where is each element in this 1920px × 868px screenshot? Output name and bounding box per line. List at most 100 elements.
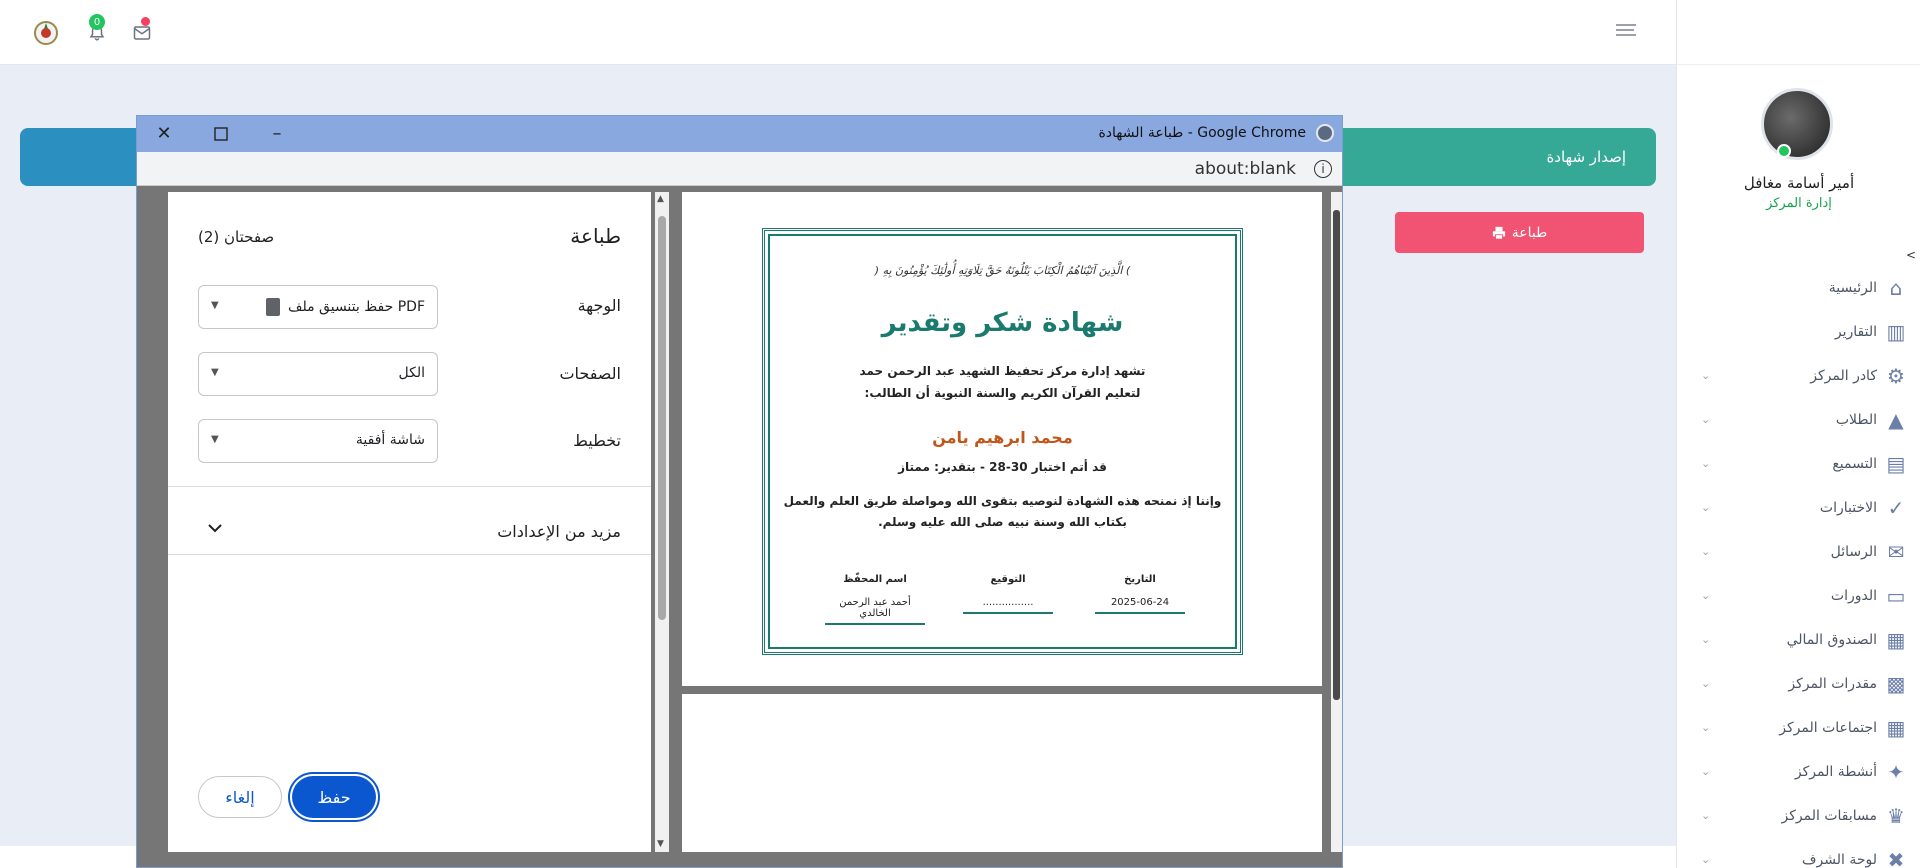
cancel-button[interactable]: إلغاء xyxy=(198,776,282,818)
chalkboard-icon: ▭ xyxy=(1886,584,1906,608)
user-role: إدارة المركز xyxy=(1766,196,1832,211)
sidebar-collapse-icon[interactable]: < xyxy=(1906,248,1916,262)
certificate-wish-1: وإننا إذ نمنحه هذه الشهادة لنوصيه بتقوى … xyxy=(783,494,1222,508)
sidebar-item[interactable]: ⌂ الرئيسية xyxy=(1677,266,1920,310)
destination-select[interactable]: حفظ بتنسيق ملف PDF ▼ xyxy=(198,285,438,329)
certificate-inner-border: ) الَّذِينَ آتَيْنَاهُمُ الْكِتَابَ يَتْ… xyxy=(768,234,1237,649)
sidebar-nav: ⌂ الرئيسية ▥ التقارير ⚙ كادر المركز ⌄ ▲ الطلاب ⌄ ▤… xyxy=(1677,266,1920,868)
sidebar-item[interactable]: ▦ اجتماعات المركز ⌄ xyxy=(1677,706,1920,750)
print-title: طباعة xyxy=(570,224,621,248)
sidebar-item[interactable]: ✦ أنشطة المركز ⌄ xyxy=(1677,750,1920,794)
layout-label: تخطيط xyxy=(573,431,621,450)
chevron-down-icon[interactable] xyxy=(208,518,222,537)
sidebar-item[interactable]: ▦ الصندوق المالي ⌄ xyxy=(1677,618,1920,662)
scroll-up-icon[interactable]: ▲ xyxy=(657,194,664,204)
destination-label: الوجهة xyxy=(577,296,621,315)
certificate-line-1: تشهد إدارة مركز تحفيظ الشهيد عبد الرحمن … xyxy=(859,364,1146,378)
teacher-label: اسم المحفّظ xyxy=(843,574,907,585)
book-icon: ▤ xyxy=(1886,452,1906,476)
sidebar-item[interactable]: ▤ التسميع ⌄ xyxy=(1677,442,1920,486)
exam-result: قد أتم اختبار 30-28 - بتقدير: ممتاز xyxy=(898,460,1107,474)
close-icon[interactable]: ✕ xyxy=(152,122,176,146)
sidebar-item-label: الرئيسية xyxy=(1828,280,1877,296)
sidebar-header xyxy=(1677,0,1920,65)
printer-icon xyxy=(1492,226,1505,240)
date-label: التاريخ xyxy=(1124,574,1156,585)
teacher-value: أحمد عبد الرحمن الخالدي xyxy=(825,597,925,625)
sidebar-item[interactable]: ▩ مقدرات المركز ⌄ xyxy=(1677,662,1920,706)
notification-badge: 0 xyxy=(89,14,105,30)
avatar[interactable] xyxy=(1761,88,1833,160)
file-icon xyxy=(265,298,280,316)
chevron-down-icon: ▼ xyxy=(211,367,219,378)
more-settings-toggle[interactable]: مزيد من الإعدادات xyxy=(497,522,621,541)
sidebar-item-label: لوحة الشرف xyxy=(1802,852,1877,868)
chevron-down-icon: ⌄ xyxy=(1701,809,1711,822)
sidebar-item[interactable]: ▭ الدورات ⌄ xyxy=(1677,574,1920,618)
student-name: محمد ابرهيم يامن xyxy=(932,428,1073,447)
sidebar-item[interactable]: ♛ مسابقات المركز ⌄ xyxy=(1677,794,1920,838)
user-name: أمير أسامة مغافل xyxy=(1743,174,1855,192)
sidebar-item[interactable]: ▲ الطلاب ⌄ xyxy=(1677,398,1920,442)
scrollbar-thumb[interactable] xyxy=(1333,210,1340,700)
chevron-down-icon: ▼ xyxy=(211,300,219,311)
layout-select[interactable]: شاشة أفقية ▼ xyxy=(198,419,438,463)
chevron-down-icon: ⌄ xyxy=(1701,589,1711,602)
sidebar-item-label: مسابقات المركز xyxy=(1781,808,1878,824)
window-title: طباعة الشهادة - Google Chrome xyxy=(1098,125,1306,141)
print-settings-panel: طباعة صفحتان (2) الوجهة حفظ بتنسيق ملف P… xyxy=(168,192,651,852)
minimize-icon[interactable]: – xyxy=(265,122,289,146)
scrollbar-thumb[interactable] xyxy=(658,216,666,620)
certificate-title: شهادة شكر وتقدير xyxy=(881,308,1124,338)
signature-block: التوقيع ................ xyxy=(963,574,1053,614)
sidebar-item-label: الطلاب xyxy=(1835,412,1877,428)
url-bar: i about:blank xyxy=(137,152,1342,186)
save-button[interactable]: حفظ xyxy=(292,776,376,818)
preview-scrollbar[interactable] xyxy=(1331,192,1342,852)
sidebar-item[interactable]: ✓ الاختبارات ⌄ xyxy=(1677,486,1920,530)
print-button-label: طباعة xyxy=(1511,224,1548,241)
sidebar: أمير أسامة مغافل إدارة المركز < ⌂ الرئيسي… xyxy=(1676,0,1920,868)
chevron-down-icon: ⌄ xyxy=(1701,501,1711,514)
sidebar-item-label: الرسائل xyxy=(1830,544,1877,560)
settings-divider xyxy=(168,554,651,555)
sidebar-item[interactable]: ▥ التقارير xyxy=(1677,310,1920,354)
cash-register-icon: ▦ xyxy=(1886,628,1906,652)
chevron-down-icon: ▼ xyxy=(211,434,219,445)
chevron-down-icon: ⌄ xyxy=(1701,853,1711,866)
info-icon[interactable]: i xyxy=(1314,160,1332,178)
maximize-icon[interactable] xyxy=(209,122,233,146)
chevron-down-icon: ⌄ xyxy=(1701,721,1711,734)
sidebar-item[interactable]: ✉ الرسائل ⌄ xyxy=(1677,530,1920,574)
url-text[interactable]: about:blank xyxy=(1195,159,1296,179)
teacher-block: اسم المحفّظ أحمد عبد الرحمن الخالدي xyxy=(825,574,925,625)
settings-scrollbar[interactable]: ▲ ▼ xyxy=(655,192,669,852)
logo-icon[interactable] xyxy=(33,20,59,46)
sidebar-item-label: أنشطة المركز xyxy=(1794,764,1877,780)
sidebar-item[interactable]: ✖ لوحة الشرف ⌄ xyxy=(1677,838,1920,868)
sidebar-item-label: التسميع xyxy=(1832,456,1877,472)
menu-toggle-icon[interactable] xyxy=(1616,24,1636,40)
certificate-verse: ) الَّذِينَ آتَيْنَاهُمُ الْكِتَابَ يَتْ… xyxy=(874,264,1131,277)
medal-icon: ✖ xyxy=(1887,848,1905,868)
sidebar-item-label: كادر المركز xyxy=(1810,368,1877,384)
page-banner: إصدار شهادة xyxy=(1340,128,1656,186)
chevron-down-icon: ⌄ xyxy=(1701,633,1711,646)
settings-divider xyxy=(168,486,651,487)
date-value: 2025-06-24 xyxy=(1095,597,1185,614)
date-block: التاريخ 2025-06-24 xyxy=(1095,574,1185,614)
chevron-down-icon: ⌄ xyxy=(1701,545,1711,558)
chrome-print-window: طباعة الشهادة - Google Chrome ✕ – i abou… xyxy=(136,115,1343,868)
sidebar-item-label: اجتماعات المركز xyxy=(1779,720,1877,736)
pages-select[interactable]: الكل ▼ xyxy=(198,352,438,396)
scroll-down-icon[interactable]: ▼ xyxy=(657,839,664,849)
users-gear-icon: ⚙ xyxy=(1887,364,1905,388)
sidebar-item[interactable]: ⚙ كادر المركز ⌄ xyxy=(1677,354,1920,398)
sidebar-item-label: الصندوق المالي xyxy=(1786,632,1877,648)
chevron-down-icon: ⌄ xyxy=(1701,765,1711,778)
chevron-down-icon: ⌄ xyxy=(1701,369,1711,382)
destination-value: حفظ بتنسيق ملف PDF xyxy=(287,299,425,315)
signature-label: التوقيع xyxy=(990,574,1026,585)
mail-badge-dot xyxy=(141,17,150,26)
print-button[interactable]: طباعة xyxy=(1395,212,1644,253)
